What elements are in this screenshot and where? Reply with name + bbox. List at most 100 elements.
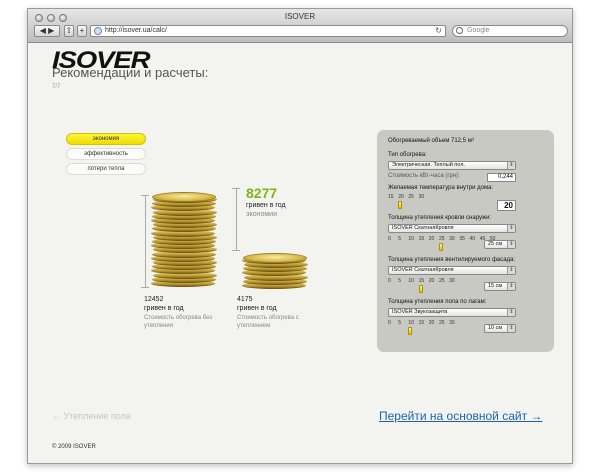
search-placeholder: Google <box>467 27 490 34</box>
temperature-tick: 30 <box>418 194 425 200</box>
temperature-label: Желаемая температура внутри дома: <box>388 185 494 191</box>
dimension-tick <box>232 250 240 251</box>
roof-tick: 0 <box>388 236 391 242</box>
heated-volume-label: Обогреваемый объем 712,5 м³ <box>388 138 474 144</box>
roof-material-select[interactable]: ISOVER СкатнаяКровля ⇕ <box>388 224 516 233</box>
temperature-slider-thumb[interactable] <box>398 201 403 209</box>
dimension-line-savings <box>236 188 237 250</box>
search-icon <box>456 27 463 34</box>
facade-tick: 10 <box>408 278 414 284</box>
address-bar[interactable]: http://isover.ua/calc/ ↻ <box>90 25 446 37</box>
chevron-down-icon: ⇕ <box>507 283 515 290</box>
back-link-floor-insulation[interactable]: ← Утепление пола <box>52 411 131 421</box>
floor-tick: 5 <box>398 320 401 326</box>
heating-type-select[interactable]: Электрическая. Теплый пол. ⇕ <box>388 161 516 170</box>
savings-value: 8277 <box>246 185 278 201</box>
roof-tick: 20 <box>428 236 435 242</box>
temperature-input[interactable]: 20 <box>497 200 516 211</box>
cost-without-caption: Стоимость обогрева без утепления <box>144 315 213 329</box>
chevron-down-icon: ⇕ <box>507 241 515 248</box>
temperature-tick: 20 <box>398 194 404 200</box>
cost-with-caption: Стоимость обогрева с утеплением <box>237 315 299 329</box>
floor-material-select[interactable]: ISOVER Звукозащита ⇕ <box>388 308 516 317</box>
facade-tick: 30 <box>449 278 455 284</box>
floor-scale: 0 5 10 15 20 25 30 <box>388 320 459 326</box>
floor-tick: 10 <box>408 320 414 326</box>
kwh-cost-label: Стоимость кВт-часа (грн): <box>388 173 460 179</box>
cost-with-unit: гривен в год <box>237 305 277 312</box>
cost-with-value: 4175 <box>237 296 253 303</box>
roof-tick: 10 <box>408 236 414 242</box>
facade-slider-thumb[interactable] <box>418 285 423 293</box>
calculator-panel: Обогреваемый объем 712,5 м³ Тип обогрева… <box>377 130 554 352</box>
floor-tick: 30 <box>449 320 455 326</box>
page-counter: 7/7 <box>52 84 61 90</box>
roof-tick: 5 <box>398 236 401 242</box>
dimension-line-left <box>145 195 146 287</box>
facade-tick: 5 <box>398 278 401 284</box>
copyright: © 2009 ISOVER <box>52 444 96 450</box>
window-title: ISOVER <box>284 12 316 21</box>
title-bar: ISOVER ◀ ▶ ⇧ + http://isover.ua/calc/ ↻ … <box>28 9 572 43</box>
dimension-tick <box>232 188 240 189</box>
dimension-tick <box>141 287 149 288</box>
kwh-cost-input[interactable]: 0,244 <box>487 173 516 182</box>
cost-without-unit: гривен в год <box>144 305 184 312</box>
roof-tick: 35 <box>459 236 465 242</box>
savings-unit: гривен в год <box>246 202 286 209</box>
coin-stack-without-insulation <box>151 190 217 288</box>
roof-tick: 15 <box>418 236 425 242</box>
roof-insulation-label: Толщина утепления кровли снаружи: <box>388 215 492 221</box>
roof-tick: 30 <box>449 236 455 242</box>
savings-caption: экономии <box>246 211 277 218</box>
roof-thickness-value: 25 см <box>488 241 503 247</box>
chevron-down-icon: ⇕ <box>507 225 515 232</box>
facade-scale: 0 5 10 15 20 25 30 <box>388 278 459 284</box>
tab-efficiency[interactable]: эффективность <box>66 148 146 160</box>
chevron-down-icon: ⇕ <box>507 309 515 316</box>
facade-tick: 0 <box>388 278 391 284</box>
facade-tick: 15 <box>418 278 425 284</box>
reload-icon[interactable]: ↻ <box>435 26 442 36</box>
coin-stack-with-insulation <box>242 252 308 290</box>
chevron-down-icon: ⇕ <box>507 162 515 169</box>
page-title: Рекомендации и расчеты: <box>52 65 209 80</box>
roof-slider-thumb[interactable] <box>439 243 443 251</box>
facade-tick: 20 <box>428 278 435 284</box>
browser-window: ISOVER ◀ ▶ ⇧ + http://isover.ua/calc/ ↻ … <box>27 8 573 464</box>
floor-tick: 25 <box>438 320 445 326</box>
temperature-scale: 15 20 25 30 <box>388 194 429 200</box>
temperature-tick: 15 <box>388 194 394 200</box>
floor-tick: 15 <box>418 320 425 326</box>
coin-stack-top <box>243 252 307 263</box>
floor-material-value: ISOVER Звукозащита <box>392 309 448 315</box>
floor-thickness-value: 10 см <box>488 325 503 331</box>
chevron-down-icon: ⇕ <box>507 267 515 274</box>
add-bookmark-button[interactable]: + <box>77 25 87 37</box>
roof-tick: 40 <box>469 236 476 242</box>
roof-tick: 25 <box>438 236 445 242</box>
back-forward-buttons[interactable]: ◀ ▶ <box>34 25 60 37</box>
floor-insulation-label: Толщина утепления пола по лагам: <box>388 299 487 305</box>
floor-tick: 20 <box>428 320 435 326</box>
floor-tick: 0 <box>388 320 391 326</box>
floor-slider-thumb[interactable] <box>408 327 413 335</box>
roof-thickness-select[interactable]: 25 см ⇕ <box>484 240 516 249</box>
facade-insulation-label: Толщина утепления вентилируемого фасада: <box>388 257 516 263</box>
coin-stack-top <box>152 192 216 202</box>
search-field[interactable]: Google <box>452 25 568 37</box>
share-button[interactable]: ⇧ <box>64 25 74 37</box>
dimension-tick <box>141 195 149 196</box>
main-site-link[interactable]: Перейти на основной сайт → <box>379 409 542 423</box>
page-content: ISOVER Рекомендации и расчеты: 7/7 эконо… <box>28 43 572 463</box>
tab-economy[interactable]: экономия <box>66 133 146 145</box>
tab-heat-loss[interactable]: потери тепла <box>66 163 146 175</box>
url-text: http://isover.ua/calc/ <box>105 27 167 34</box>
chevron-down-icon: ⇕ <box>507 325 515 332</box>
heating-type-label: Тип обогрева: <box>388 152 427 158</box>
floor-thickness-select[interactable]: 10 см ⇕ <box>484 324 516 333</box>
facade-thickness-select[interactable]: 15 см ⇕ <box>484 282 516 291</box>
facade-tick: 25 <box>438 278 445 284</box>
facade-material-select[interactable]: ISOVER СкатнаяКровля ⇕ <box>388 266 516 275</box>
facade-thickness-value: 15 см <box>488 283 503 289</box>
